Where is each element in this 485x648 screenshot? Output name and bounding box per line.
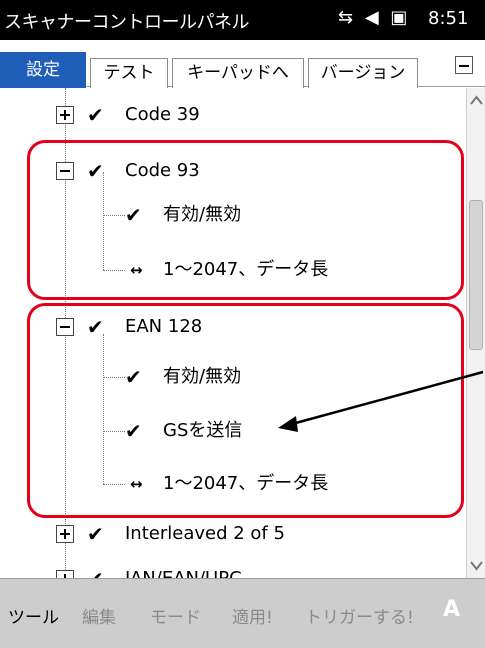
- minimize-button[interactable]: [455, 56, 473, 74]
- tree-node-interleaved[interactable]: Interleaved 2 of 5: [125, 522, 285, 546]
- title-bar: スキャナーコントロールパネル ⇆ ◀ ▣ 8:51: [0, 0, 485, 40]
- menu-mode[interactable]: モード: [150, 603, 201, 628]
- tab-bar: 設定 テスト キーパッドへ バージョン: [0, 40, 485, 88]
- expand-icon[interactable]: [56, 106, 74, 124]
- menu-tools[interactable]: ツール: [8, 603, 59, 628]
- tab-keypad[interactable]: キーパッドへ: [172, 58, 304, 88]
- tab-test[interactable]: テスト: [90, 58, 168, 88]
- tree-node-code39[interactable]: Code 39: [125, 103, 200, 127]
- input-mode-indicator[interactable]: A: [443, 597, 460, 622]
- menu-trigger[interactable]: トリガーする!: [305, 603, 414, 628]
- check-icon[interactable]: ✔: [87, 522, 104, 546]
- check-icon[interactable]: ✔: [87, 103, 104, 127]
- vertical-scrollbar[interactable]: [466, 88, 485, 578]
- expand-icon[interactable]: [56, 570, 74, 578]
- clock[interactable]: 8:51: [428, 8, 468, 29]
- check-icon[interactable]: ✔: [87, 567, 104, 578]
- volume-icon[interactable]: ◀: [365, 7, 379, 28]
- menu-edit[interactable]: 編集: [82, 603, 116, 628]
- expand-icon[interactable]: [56, 525, 74, 543]
- highlight-box-ean128: [27, 303, 464, 518]
- status-icons: ⇆ ◀ ▣: [338, 7, 413, 28]
- scroll-down-icon[interactable]: [467, 554, 485, 578]
- highlight-box-code93: [27, 140, 464, 300]
- tab-settings[interactable]: 設定: [0, 52, 86, 88]
- tab-version[interactable]: バージョン: [308, 58, 418, 88]
- battery-icon[interactable]: ▣: [390, 7, 407, 28]
- scroll-up-icon[interactable]: [467, 88, 485, 112]
- app-title: スキャナーコントロールパネル: [4, 12, 250, 33]
- menu-apply[interactable]: 適用!: [232, 603, 273, 628]
- connectivity-icon[interactable]: ⇆: [338, 7, 353, 28]
- menu-bar: ツール 編集 モード 適用! トリガーする! A: [0, 578, 485, 648]
- scrollbar-thumb[interactable]: [469, 200, 483, 350]
- tree-node-jan-ean-upc[interactable]: JAN/EAN/UPC: [125, 567, 242, 578]
